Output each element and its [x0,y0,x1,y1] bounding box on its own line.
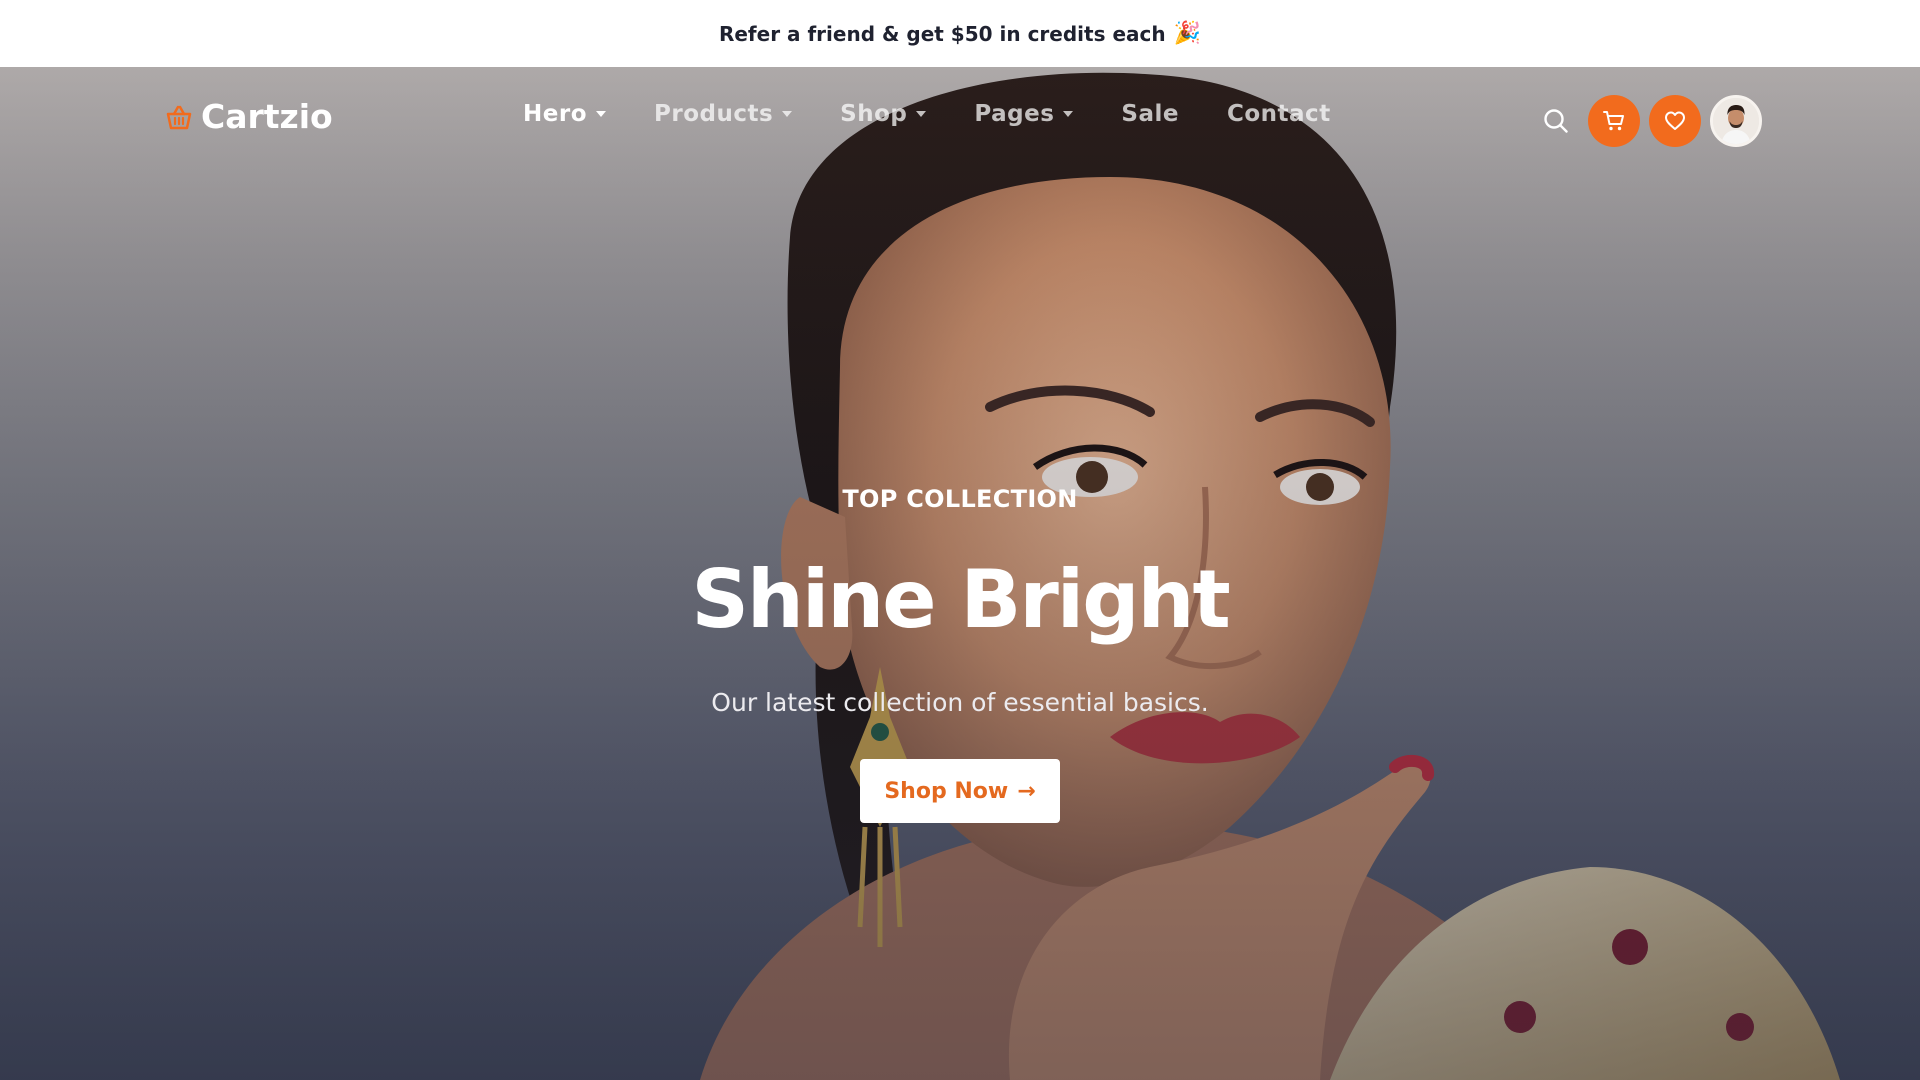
caret-down-icon [596,111,606,117]
arrow-right-icon: → [1017,778,1036,804]
nav-item-label: Products [654,101,774,127]
announcement-text: Refer a friend & get $50 in credits each [718,21,1166,46]
nav-item-pages[interactable]: Pages [974,101,1074,127]
caret-down-icon [916,111,927,117]
site-header: Cartzio Hero Products Shop Pages Sale Co… [0,67,1920,175]
announcement-bar: Refer a friend & get $50 in credits each… [0,0,1920,67]
search-button[interactable] [1538,103,1574,139]
hero-eyebrow: TOP COLLECTION [842,485,1078,513]
nav-item-label: Pages [974,101,1055,127]
caret-down-icon [1063,111,1074,117]
nav-item-sale[interactable]: Sale [1121,101,1179,127]
main-nav: Hero Products Shop Pages Sale Contact [523,101,1379,127]
cart-button[interactable] [1588,95,1640,147]
wishlist-button[interactable] [1649,95,1701,147]
nav-item-label: Contact [1226,101,1331,127]
caret-down-icon [782,111,793,117]
brand-logo[interactable]: Cartzio [165,97,333,136]
nav-item-products[interactable]: Products [654,101,793,127]
brand-name: Cartzio [201,97,333,136]
nav-item-hero[interactable]: Hero [523,101,606,127]
nav-item-label: Hero [523,101,587,127]
header-actions [1538,95,1762,147]
cart-icon [1603,111,1624,131]
hero-subhead: Our latest collection of essential basic… [711,688,1209,717]
nav-item-contact[interactable]: Contact [1227,101,1331,127]
nav-item-label: Shop [840,101,908,127]
avatar-image [1713,98,1759,144]
shopping-basket-icon [166,105,192,129]
search-icon [1544,109,1568,133]
heart-icon [1665,111,1685,130]
party-popper-icon: 🎉 [1173,21,1202,46]
shop-now-label: Shop Now [884,778,1009,804]
hero-headline: Shine Bright [691,553,1230,646]
shop-now-button[interactable]: Shop Now → [860,759,1060,823]
user-avatar[interactable] [1710,95,1762,147]
nav-item-shop[interactable]: Shop [840,101,927,127]
nav-item-label: Sale [1121,101,1179,127]
